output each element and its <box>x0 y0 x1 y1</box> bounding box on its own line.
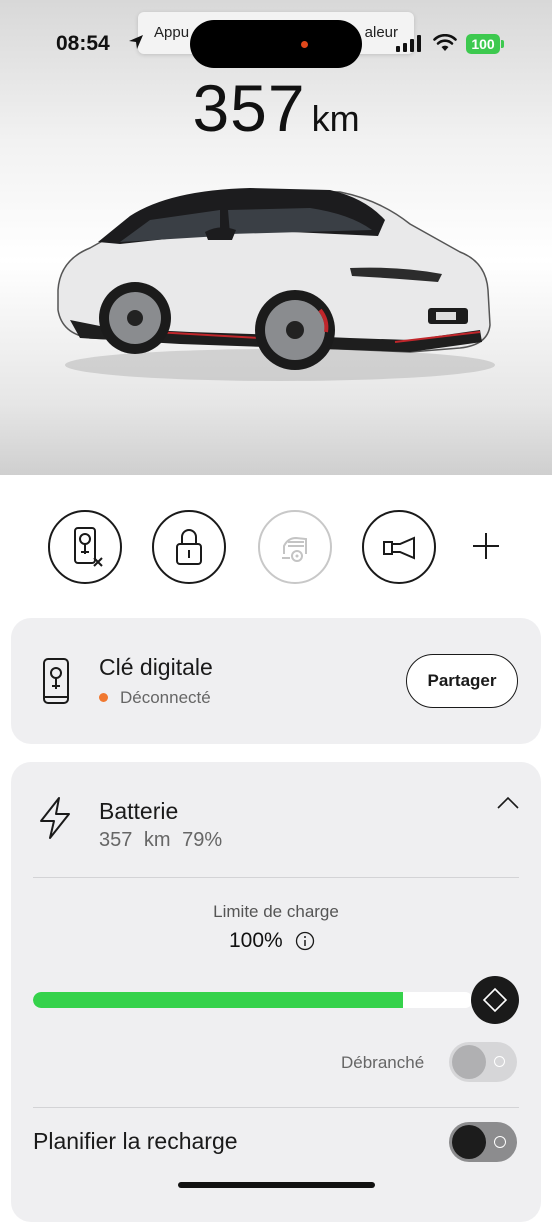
charge-limit-label: Limite de charge <box>213 902 339 921</box>
divider <box>33 877 519 878</box>
battery-nub <box>501 40 504 48</box>
vehicle-hero: Appu aleur 08:54 100 357 km <box>0 0 552 475</box>
battery-summary: 357 km 79% <box>99 829 222 852</box>
lightning-bolt-icon <box>40 797 70 839</box>
unplugged-toggle[interactable] <box>449 1042 517 1082</box>
notification-text-start: Appu <box>154 24 190 41</box>
charge-limit-value: 100% <box>229 929 283 952</box>
battery-indicator: 100 <box>466 34 500 54</box>
digital-key-title: Clé digitale <box>99 654 213 680</box>
lock-icon <box>176 529 202 565</box>
battery-card: Batterie 357 km 79% Limite de charge 100… <box>11 762 541 1222</box>
digital-key-icon <box>43 658 69 704</box>
schedule-charging-toggle[interactable] <box>449 1122 517 1162</box>
lock-button[interactable] <box>152 510 226 584</box>
toggle-off-ring-icon <box>494 1136 506 1148</box>
notification-text-end: aleur <box>364 24 398 41</box>
location-arrow-icon <box>129 35 143 49</box>
add-action-button[interactable] <box>470 530 502 562</box>
connection-status-text: Déconnecté <box>120 688 211 707</box>
battery-percent: 79% <box>182 829 223 851</box>
chevron-up-icon[interactable] <box>495 794 521 812</box>
wifi-icon <box>433 34 457 51</box>
range-display: 357 km <box>0 70 552 146</box>
horn-icon <box>383 536 415 560</box>
battery-range: 357 km <box>99 829 171 851</box>
battery-title: Batterie <box>99 798 179 824</box>
toggle-off-ring-icon <box>494 1056 505 1067</box>
range-unit: km <box>311 98 360 139</box>
digital-key-status: Déconnecté <box>99 688 211 708</box>
home-indicator[interactable] <box>178 1182 375 1188</box>
schedule-charging-label: Planifier la recharge <box>33 1128 238 1154</box>
status-dot-icon <box>99 693 108 702</box>
share-button[interactable]: Partager <box>406 654 518 708</box>
charge-limit-slider-handle[interactable] <box>471 976 519 1024</box>
charge-level-fill <box>33 992 403 1008</box>
digital-key-remove-button[interactable] <box>48 510 122 584</box>
toggle-knob <box>452 1045 486 1079</box>
key-remove-icon <box>74 527 103 567</box>
toggle-knob <box>452 1125 486 1159</box>
car-alarm-button[interactable] <box>258 510 332 584</box>
car-image <box>57 188 495 381</box>
recording-indicator <box>301 41 308 48</box>
horn-button[interactable] <box>362 510 436 584</box>
digital-key-card[interactable]: Clé digitale Déconnecté Partager <box>11 618 541 744</box>
dynamic-island <box>190 20 362 68</box>
charge-level-track[interactable] <box>33 992 473 1008</box>
status-time: 08:54 <box>56 32 110 55</box>
range-value: 357 <box>192 71 306 145</box>
unplugged-label: Débranché <box>341 1053 425 1072</box>
cellular-signal-icon <box>396 35 421 52</box>
car-alarm-icon <box>282 536 307 562</box>
divider <box>33 1107 519 1108</box>
slider-handle-icon <box>482 987 508 1013</box>
info-icon[interactable] <box>295 931 315 951</box>
